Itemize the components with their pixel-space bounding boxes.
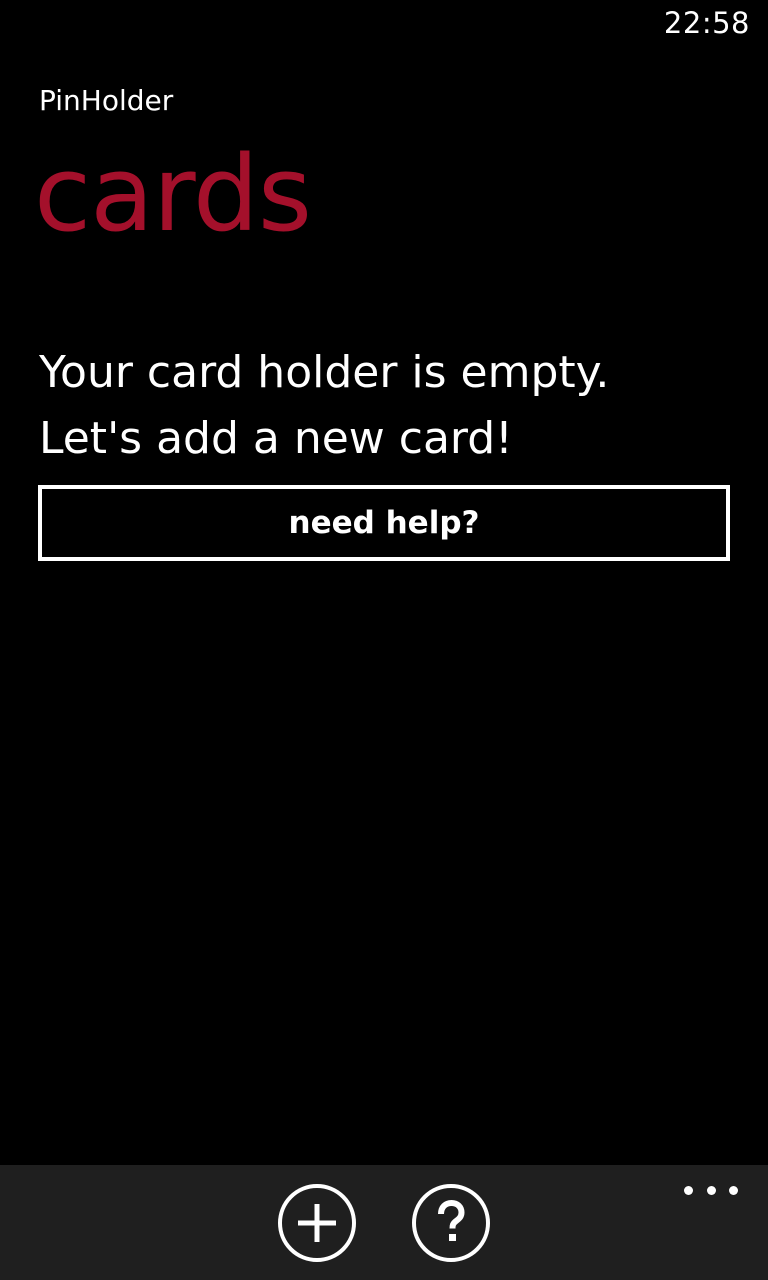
phone-screen: 22:58 PinHolder cards Your card holder i…: [0, 0, 768, 1280]
ellipsis-dot: [706, 1185, 716, 1195]
help-button[interactable]: [412, 1184, 490, 1262]
add-icon: [298, 1204, 336, 1242]
empty-state-line-1: Your card holder is empty.: [39, 347, 610, 398]
status-clock: 22:58: [663, 6, 750, 40]
more-options-ellipsis-icon[interactable]: [684, 1177, 738, 1203]
add-card-button[interactable]: [278, 1184, 356, 1262]
ellipsis-dot: [729, 1185, 738, 1195]
ellipsis-dot: [684, 1185, 693, 1195]
empty-state-line-2: Let's add a new card!: [39, 413, 513, 464]
app-title: PinHolder: [39, 84, 174, 117]
status-bar: 22:58: [0, 0, 768, 48]
need-help-button[interactable]: need help?: [38, 485, 730, 561]
empty-state-message: Your card holder is empty. Let's add a n…: [39, 340, 739, 472]
help-icon: [438, 1199, 465, 1241]
page-title: cards: [34, 133, 312, 255]
application-bar: [0, 1165, 768, 1280]
